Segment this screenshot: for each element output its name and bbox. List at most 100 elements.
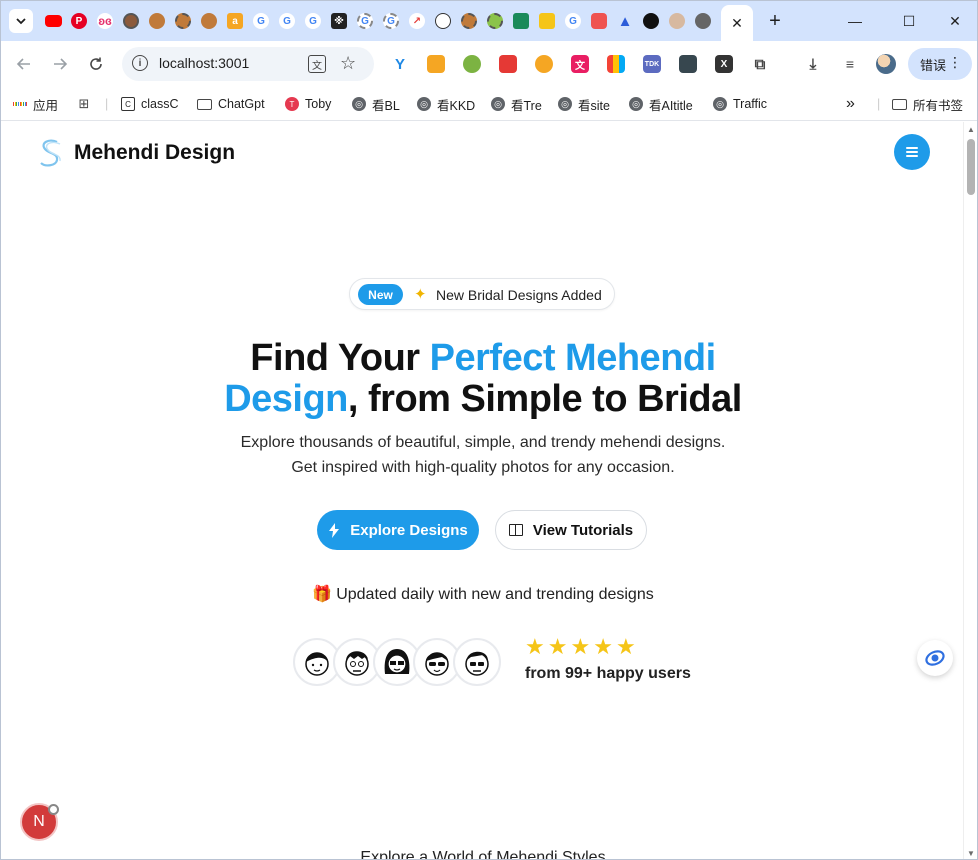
bookmark-tre[interactable]: ◎ 看Tre: [491, 94, 542, 114]
bookmark-toby[interactable]: T Toby: [285, 94, 331, 114]
circle-tab-icon[interactable]: [435, 13, 451, 29]
active-tab[interactable]: ✕: [721, 5, 753, 41]
back-button[interactable]: [11, 51, 37, 77]
announcement-badge[interactable]: New ✦ New Bridal Designs Added: [349, 278, 615, 310]
bookmark-label: 看site: [578, 98, 610, 113]
bookmark-star-icon[interactable]: ☆: [340, 53, 356, 74]
forward-button[interactable]: [47, 51, 73, 77]
bookmark-tab-groups[interactable]: ⊞: [77, 94, 91, 114]
globe-tab-icon[interactable]: [695, 13, 711, 29]
avatar: [453, 638, 501, 686]
bookmark-apps[interactable]: 应用: [12, 94, 59, 114]
arrow-left-icon: [16, 58, 30, 70]
bookmark-traffic[interactable]: ◎ Traffic: [713, 94, 767, 114]
scroll-up-arrow-icon[interactable]: ▲: [967, 125, 975, 134]
google-tab-icon[interactable]: G: [305, 13, 321, 29]
extension-green-icon[interactable]: [463, 55, 481, 73]
scroll-thumb[interactable]: [967, 139, 975, 195]
minimize-button[interactable]: —: [833, 7, 877, 35]
site-info-icon[interactable]: i: [132, 55, 148, 71]
bookmark-classc[interactable]: C classC: [121, 94, 179, 114]
translate-icon[interactable]: 文: [308, 55, 326, 73]
extension-book-icon[interactable]: [679, 55, 697, 73]
bookmark-aititle[interactable]: ◎ 看AItitle: [629, 94, 693, 114]
new-tag: New: [358, 284, 403, 305]
extension-gauge-icon[interactable]: [535, 55, 553, 73]
extensions-puzzle-icon[interactable]: ⧉: [751, 55, 769, 73]
globe-icon: ◎: [558, 97, 572, 111]
google-tab-icon[interactable]: G: [565, 13, 581, 29]
google-tab-icon[interactable]: G: [383, 13, 399, 29]
butterfly-tab-icon[interactable]: ʚɞ: [97, 13, 113, 29]
explore-designs-label: Explore Designs: [350, 521, 468, 539]
brand-name[interactable]: Mehendi Design: [74, 141, 235, 165]
google-tab-icon[interactable]: G: [279, 13, 295, 29]
bookmark-label: 看KKD: [437, 98, 476, 113]
profile-avatar[interactable]: [876, 54, 896, 74]
google-tab-icon[interactable]: G: [357, 13, 373, 29]
youtube-tab-icon[interactable]: [45, 15, 62, 27]
maximize-button[interactable]: ☐: [887, 7, 931, 35]
menu-button[interactable]: [894, 134, 930, 170]
bookmark-label: Toby: [305, 97, 332, 111]
tab-icon-dark[interactable]: ※: [331, 13, 347, 29]
bookmark-chatgpt[interactable]: ChatGpt: [197, 94, 265, 114]
browser-toolbar: i localhost:3001 文 ☆ Y 58 文 TDK X ⧉ ⤓ ≡ …: [1, 41, 977, 114]
bookmarks-overflow-button[interactable]: »: [846, 94, 855, 114]
tab-icon-6[interactable]: [175, 13, 191, 29]
tab-icon-8[interactable]: [461, 13, 477, 29]
toby-icon: T: [285, 97, 299, 111]
extension-tdk-icon[interactable]: TDK: [643, 55, 661, 73]
github-tab-icon[interactable]: [643, 13, 659, 29]
reload-button[interactable]: [83, 51, 109, 77]
bookmark-label: ChatGpt: [218, 97, 265, 111]
tab-icon-7[interactable]: [201, 13, 217, 29]
bookmark-site[interactable]: ◎ 看site: [558, 94, 610, 114]
tab-icon-10[interactable]: [513, 13, 529, 29]
arrow-right-icon: [54, 58, 68, 70]
bookmark-label: 应用: [33, 98, 59, 113]
google-tab-icon[interactable]: G: [253, 13, 269, 29]
star-icon: ★: [593, 634, 613, 659]
floating-assistant-button[interactable]: [917, 640, 953, 676]
tab-icon-12[interactable]: [591, 13, 607, 29]
tab-icon-triangle[interactable]: ▲: [617, 13, 633, 30]
tab-icon-a[interactable]: a: [227, 13, 243, 29]
pinterest-tab-icon[interactable]: P: [71, 13, 87, 29]
window-close-button[interactable]: ✕: [933, 7, 977, 35]
address-bar[interactable]: i localhost:3001 文 ☆: [122, 47, 374, 81]
extension-translate-icon[interactable]: 文: [571, 55, 589, 73]
bookmark-kkd[interactable]: ◎ 看KKD: [417, 94, 475, 114]
trend-tab-icon[interactable]: ↗: [409, 13, 425, 29]
page-scrollbar[interactable]: ▲ ▼: [963, 122, 977, 859]
tab-icon-11[interactable]: [539, 13, 555, 29]
tab-icon-5[interactable]: [149, 13, 165, 29]
notification-dot: [48, 804, 59, 815]
folder-icon: [197, 98, 212, 110]
tab-search-button[interactable]: [9, 9, 33, 33]
bookmark-label: 看BL: [372, 98, 400, 113]
profile-error-label: 错误: [920, 57, 947, 73]
extension-x-icon[interactable]: X: [715, 55, 733, 73]
page-content: Mehendi Design New ✦ New Bridal Designs …: [1, 122, 963, 859]
tab-icon-13[interactable]: [669, 13, 685, 29]
view-tutorials-button[interactable]: View Tutorials: [495, 510, 647, 550]
profile-error-button[interactable]: 错误 ⋮: [908, 48, 972, 80]
extension-red-icon[interactable]: [499, 55, 517, 73]
all-bookmarks-button[interactable]: 所有书签: [892, 94, 963, 114]
download-icon[interactable]: ⤓: [804, 55, 822, 73]
tab-icon-9[interactable]: [487, 13, 503, 29]
site-logo-icon[interactable]: [37, 138, 63, 168]
bookmark-bl[interactable]: ◎ 看BL: [352, 94, 400, 114]
extension-t-icon[interactable]: [607, 55, 625, 73]
tab-icon-4[interactable]: [123, 13, 139, 29]
explore-designs-button[interactable]: Explore Designs: [317, 510, 479, 550]
url-text[interactable]: localhost:3001: [159, 55, 249, 71]
scroll-down-arrow-icon[interactable]: ▼: [967, 849, 975, 858]
more-menu-icon[interactable]: ⋮: [948, 54, 962, 71]
close-tab-icon[interactable]: ✕: [731, 15, 743, 32]
new-tab-button[interactable]: +: [763, 9, 787, 33]
extension-58-icon[interactable]: [427, 55, 445, 73]
media-control-icon[interactable]: ≡: [841, 55, 859, 73]
extension-y-icon[interactable]: Y: [391, 55, 409, 73]
